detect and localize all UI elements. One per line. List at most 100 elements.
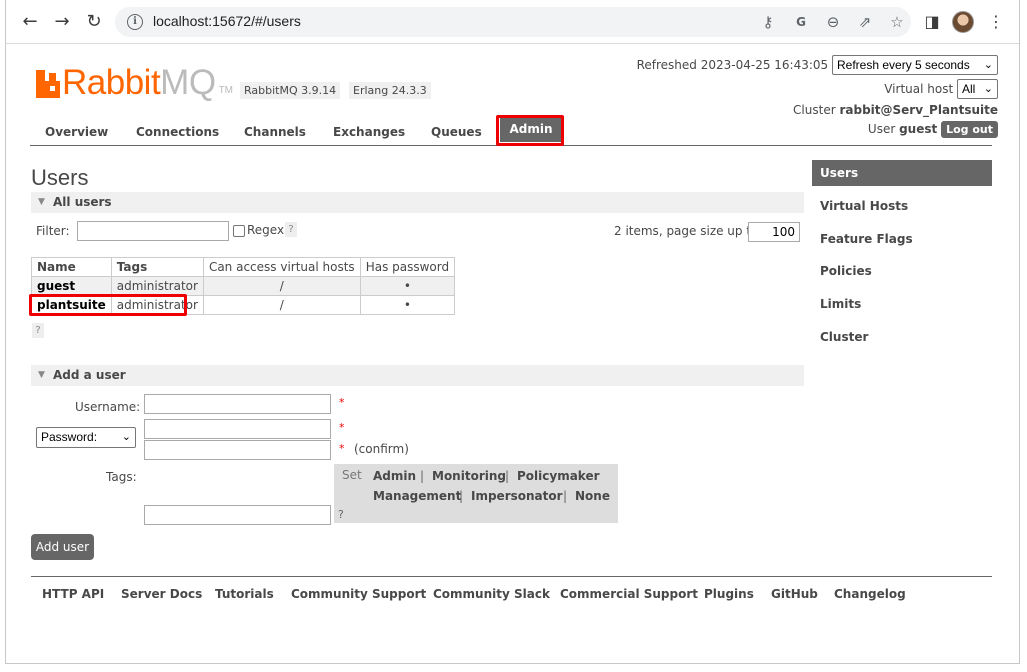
rabbitmq-version-badge: RabbitMQ 3.9.14: [240, 82, 341, 99]
admin-tab-highlight: [496, 115, 564, 146]
separator: |: [563, 489, 568, 503]
tag-option-monitoring[interactable]: Monitoring: [432, 469, 506, 483]
tag-option-admin[interactable]: Admin: [373, 469, 416, 483]
sidebar-item-feature-flags[interactable]: Feature Flags: [812, 226, 992, 252]
column-header-name[interactable]: Name: [31, 257, 112, 277]
site-info-icon[interactable]: i: [127, 14, 143, 30]
collapse-triangle-icon: ▼: [38, 370, 45, 380]
footer-link-tutorials[interactable]: Tutorials: [215, 587, 274, 601]
chevron-down-icon: ⌄: [121, 431, 131, 443]
collapse-triangle-icon: ▼: [38, 197, 45, 207]
cluster-info: Cluster rabbit@Serv_Plantsuite: [793, 103, 998, 117]
tag-option-management[interactable]: Management: [373, 489, 461, 503]
vhost-select[interactable]: All ⌄: [957, 79, 998, 99]
browser-toolbar: ← → ↻ i localhost:15672/#/users ⚷ G ⊖ ⇗ …: [6, 0, 1019, 44]
reload-icon[interactable]: ↻: [82, 10, 106, 34]
address-bar[interactable]: i localhost:15672/#/users ⚷ G ⊖ ⇗ ☆: [115, 7, 911, 37]
password-type-select[interactable]: Password: ⌄: [36, 427, 136, 448]
key-icon[interactable]: ⚷: [758, 12, 778, 32]
filter-input[interactable]: [77, 221, 229, 241]
items-count-text: 2 items, page size up to: [614, 224, 759, 238]
cluster-label: Cluster: [793, 103, 836, 117]
user-has-password: •: [359, 276, 456, 296]
password-input[interactable]: [144, 419, 331, 439]
tab-connections[interactable]: Connections: [136, 125, 219, 139]
required-marker: *: [339, 442, 345, 455]
footer-link-http-api[interactable]: HTTP API: [42, 587, 104, 601]
column-header-tags[interactable]: Tags: [110, 257, 204, 277]
footer-link-server-docs[interactable]: Server Docs: [121, 587, 202, 601]
tags-label: Tags:: [106, 470, 137, 484]
footer-link-commercial-support[interactable]: Commercial Support: [560, 587, 698, 601]
menu-kebab-icon[interactable]: ⋮: [984, 10, 1008, 34]
cluster-name: rabbit@Serv_Plantsuite: [839, 103, 998, 117]
chevron-down-icon: ⌄: [983, 59, 993, 71]
username-input[interactable]: [144, 394, 331, 414]
tag-option-impersonator[interactable]: Impersonator: [471, 489, 563, 503]
share-icon[interactable]: ⇗: [855, 12, 875, 32]
refresh-interval-select[interactable]: Refresh every 5 seconds ⌄: [832, 55, 998, 75]
footer-link-github[interactable]: GitHub: [771, 587, 818, 601]
back-arrow-icon[interactable]: ←: [18, 10, 42, 34]
chevron-down-icon: ⌄: [983, 83, 993, 95]
vhost-row: Virtual host All ⌄: [884, 79, 998, 99]
user-name-link[interactable]: guest: [31, 276, 112, 296]
tags-helper-panel: Set Admin | Monitoring | Policymaker Man…: [334, 464, 618, 523]
help-icon[interactable]: ?: [338, 508, 344, 521]
all-users-title: All users: [53, 195, 112, 209]
all-users-section-header[interactable]: ▼ All users: [31, 192, 804, 213]
required-marker: *: [339, 396, 345, 409]
zoom-icon[interactable]: ⊖: [823, 12, 843, 32]
tab-channels[interactable]: Channels: [244, 125, 306, 139]
required-marker: *: [339, 421, 345, 434]
table-row: guest administrator / •: [31, 276, 456, 296]
erlang-version-badge: Erlang 24.3.3: [349, 82, 431, 99]
bookmark-star-icon[interactable]: ☆: [887, 12, 907, 32]
footer-link-plugins[interactable]: Plugins: [704, 587, 754, 601]
sidebar-item-users[interactable]: Users: [812, 160, 992, 186]
separator: |: [420, 469, 425, 483]
sidebar-item-policies[interactable]: Policies: [812, 258, 992, 284]
tags-input[interactable]: [144, 505, 331, 525]
table-header-row: Name Tags Can access virtual hosts Has p…: [31, 257, 456, 277]
add-user-title: Add a user: [53, 368, 126, 382]
plantsuite-row-highlight: [29, 294, 187, 316]
avatar[interactable]: [952, 11, 974, 33]
tab-queues[interactable]: Queues: [431, 125, 482, 139]
separator: |: [505, 469, 510, 483]
forward-arrow-icon[interactable]: →: [50, 10, 74, 34]
tag-option-policymaker[interactable]: Policymaker: [517, 469, 600, 483]
sidebar-item-virtual-hosts[interactable]: Virtual Hosts: [812, 193, 992, 219]
user-tags: administrator: [110, 276, 204, 296]
page-size-input[interactable]: 100: [748, 222, 800, 242]
footer: HTTP API Server Docs Tutorials Community…: [31, 576, 992, 601]
footer-link-community-slack[interactable]: Community Slack: [433, 587, 550, 601]
tag-option-none[interactable]: None: [575, 489, 610, 503]
logo-trademark: TM: [218, 85, 234, 96]
vhost-label: Virtual host: [884, 82, 954, 96]
separator: |: [459, 489, 464, 503]
footer-link-community-support[interactable]: Community Support: [291, 587, 426, 601]
add-user-button[interactable]: Add user: [31, 534, 94, 560]
confirm-label: (confirm): [354, 442, 409, 456]
user-vhosts: /: [202, 276, 361, 296]
tab-exchanges[interactable]: Exchanges: [333, 125, 405, 139]
rabbitmq-logo[interactable]: RabbitMQ TM: [36, 64, 234, 100]
password-confirm-input[interactable]: [144, 440, 331, 460]
regex-checkbox[interactable]: [233, 225, 245, 237]
help-icon[interactable]: ?: [32, 323, 44, 338]
tab-overview[interactable]: Overview: [45, 125, 108, 139]
refresh-row: Refreshed 2023-04-25 16:43:05 Refresh ev…: [637, 55, 998, 75]
column-header-password: Has password: [359, 257, 456, 277]
side-panel-icon[interactable]: ◨: [920, 10, 944, 34]
add-user-section-header[interactable]: ▼ Add a user: [31, 365, 804, 386]
sidebar-item-limits[interactable]: Limits: [812, 291, 992, 317]
help-icon[interactable]: ?: [285, 222, 297, 237]
page-title: Users: [31, 165, 89, 190]
footer-link-changelog[interactable]: Changelog: [834, 587, 906, 601]
column-header-vhosts: Can access virtual hosts: [202, 257, 361, 277]
refreshed-timestamp: Refreshed 2023-04-25 16:43:05: [636, 58, 829, 72]
address-url[interactable]: localhost:15672/#/users: [153, 13, 301, 29]
sidebar-item-cluster[interactable]: Cluster: [812, 324, 992, 350]
translate-icon[interactable]: G: [791, 12, 811, 32]
